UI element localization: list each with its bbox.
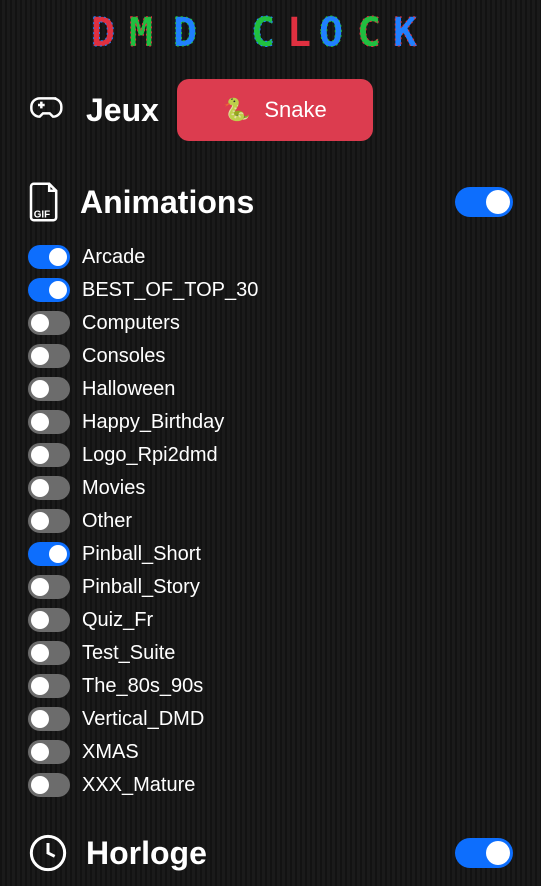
- animation-item: Computers: [28, 311, 513, 335]
- clock-icon: [28, 833, 68, 873]
- animation-item: Quiz_Fr: [28, 608, 513, 632]
- animation-item: Consoles: [28, 344, 513, 368]
- animation-item: BEST_OF_TOP_30: [28, 278, 513, 302]
- snake-button[interactable]: 🐍 Snake: [177, 79, 373, 141]
- animation-label: Test_Suite: [82, 642, 175, 665]
- animations-master-toggle[interactable]: [455, 187, 513, 217]
- animation-label: Halloween: [82, 378, 175, 401]
- clock-header: Horloge: [28, 833, 513, 873]
- animation-toggle[interactable]: [28, 311, 70, 335]
- games-section: Jeux 🐍 Snake: [28, 79, 513, 141]
- animation-toggle[interactable]: [28, 476, 70, 500]
- animations-title: Animations: [80, 184, 254, 221]
- animation-label: Arcade: [82, 246, 145, 269]
- snake-label: Snake: [264, 97, 326, 123]
- animation-label: BEST_OF_TOP_30: [82, 279, 258, 302]
- animation-item: XMAS: [28, 740, 513, 764]
- animation-label: Logo_Rpi2dmd: [82, 444, 218, 467]
- animation-item: Pinball_Short: [28, 542, 513, 566]
- svg-text:GIF: GIF: [34, 209, 50, 220]
- gif-file-icon: GIF: [28, 181, 62, 223]
- animation-toggle[interactable]: [28, 575, 70, 599]
- svg-text:C: C: [357, 12, 387, 54]
- animation-toggle[interactable]: [28, 674, 70, 698]
- animation-label: Computers: [82, 312, 180, 335]
- svg-text:L: L: [287, 12, 317, 54]
- svg-text:D: D: [91, 12, 121, 54]
- animations-header: GIF Animations: [28, 181, 513, 223]
- animation-label: Other: [82, 510, 132, 533]
- animation-item: Test_Suite: [28, 641, 513, 665]
- animation-label: XMAS: [82, 741, 139, 764]
- svg-text:K: K: [393, 12, 423, 54]
- animation-toggle[interactable]: [28, 443, 70, 467]
- clock-toggle[interactable]: [455, 838, 513, 868]
- animation-item: Other: [28, 509, 513, 533]
- svg-text:O: O: [319, 12, 349, 54]
- animation-toggle[interactable]: [28, 707, 70, 731]
- logo: D D M M D D C C L O O C C K K: [28, 8, 513, 59]
- animations-list: Arcade BEST_OF_TOP_30 Computers Consoles Hal…: [28, 245, 513, 797]
- animation-toggle[interactable]: [28, 740, 70, 764]
- animation-toggle[interactable]: [28, 641, 70, 665]
- animation-toggle[interactable]: [28, 410, 70, 434]
- animation-label: Vertical_DMD: [82, 708, 204, 731]
- animation-item: Logo_Rpi2dmd: [28, 443, 513, 467]
- animation-toggle[interactable]: [28, 377, 70, 401]
- animation-label: The_80s_90s: [82, 675, 203, 698]
- animation-label: XXX_Mature: [82, 774, 195, 797]
- gamepad-icon: [28, 90, 68, 130]
- clock-title: Horloge: [86, 835, 207, 872]
- animation-toggle[interactable]: [28, 278, 70, 302]
- animation-toggle[interactable]: [28, 608, 70, 632]
- animation-item: Movies: [28, 476, 513, 500]
- games-title: Jeux: [86, 92, 159, 129]
- animation-label: Consoles: [82, 345, 165, 368]
- animation-item: The_80s_90s: [28, 674, 513, 698]
- animation-label: Pinball_Short: [82, 543, 201, 566]
- animation-item: Vertical_DMD: [28, 707, 513, 731]
- animation-toggle[interactable]: [28, 245, 70, 269]
- animation-item: XXX_Mature: [28, 773, 513, 797]
- svg-text:D: D: [173, 12, 203, 54]
- animation-label: Happy_Birthday: [82, 411, 224, 434]
- animation-item: Arcade: [28, 245, 513, 269]
- animation-toggle[interactable]: [28, 509, 70, 533]
- snake-icon: 🐍: [223, 97, 250, 123]
- dmd-clock-logo: D D M M D D C C L O O C C K K: [91, 12, 451, 54]
- games-header: Jeux: [28, 90, 159, 130]
- animation-label: Movies: [82, 477, 145, 500]
- animation-label: Pinball_Story: [82, 576, 200, 599]
- animation-item: Halloween: [28, 377, 513, 401]
- animation-item: Happy_Birthday: [28, 410, 513, 434]
- animation-label: Quiz_Fr: [82, 609, 153, 632]
- svg-text:M: M: [129, 12, 159, 54]
- animation-toggle[interactable]: [28, 344, 70, 368]
- animation-item: Pinball_Story: [28, 575, 513, 599]
- animation-toggle[interactable]: [28, 542, 70, 566]
- svg-text:C: C: [251, 12, 281, 54]
- animation-toggle[interactable]: [28, 773, 70, 797]
